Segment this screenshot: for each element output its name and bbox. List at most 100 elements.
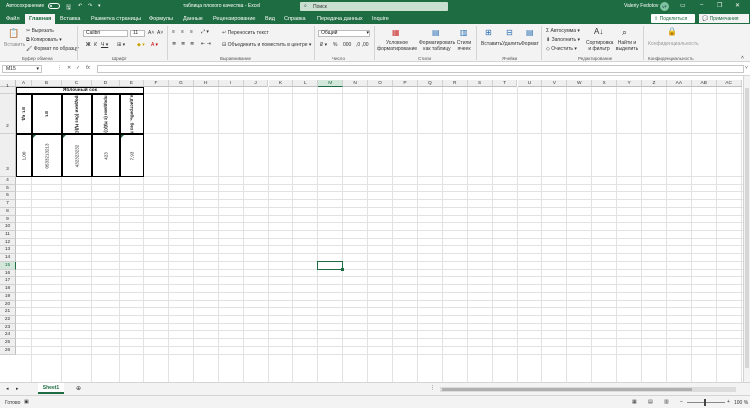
zoom-in-icon[interactable]: + xyxy=(727,399,730,405)
clear-button[interactable]: ◇ Очистить ▾ xyxy=(546,46,577,52)
formula-options-icon[interactable]: ⋮ xyxy=(57,65,62,71)
table-header-cell[interactable]: шт. ед. xyxy=(16,94,32,134)
tab-review[interactable]: Рецензирование xyxy=(213,16,255,22)
expand-formula-icon[interactable]: ˅ xyxy=(745,65,748,71)
column-header[interactable]: AC xyxy=(716,80,742,87)
row-header[interactable]: 21 xyxy=(0,308,16,316)
font-name-select[interactable]: Calibri xyxy=(83,30,128,37)
tab-help[interactable]: Справка xyxy=(284,16,306,22)
insert-cells-button[interactable]: Вставить xyxy=(481,41,502,47)
table-value-cell[interactable]: 0533213213 xyxy=(32,134,62,177)
table-value-cell[interactable]: 7,93 xyxy=(120,134,144,177)
grow-font-icon[interactable]: A˄ xyxy=(148,30,154,36)
row-header[interactable]: 3 xyxy=(0,134,16,177)
find-select-button[interactable]: Найти и выделить xyxy=(614,40,640,52)
name-box[interactable]: M15 ▾ xyxy=(2,65,42,73)
underline-icon[interactable]: Ч ▾ xyxy=(101,42,108,48)
undo-icon[interactable]: ↶ xyxy=(78,3,82,9)
confidentiality-button[interactable]: Конфиденциальность xyxy=(648,41,699,47)
share-button[interactable]: ⇪ Поделиться xyxy=(651,14,695,23)
column-header[interactable]: O xyxy=(368,80,393,87)
row-header[interactable]: 23 xyxy=(0,323,16,332)
row-header[interactable]: 16 xyxy=(0,269,16,278)
column-header[interactable]: N xyxy=(343,80,369,87)
close-icon[interactable]: ✕ xyxy=(735,2,740,9)
table-header-cell[interactable]: цена продажи (без НДС), руб. xyxy=(62,94,92,134)
paste-button[interactable]: Вставить xyxy=(4,42,25,48)
notes-button[interactable]: 💬 Примечания xyxy=(699,14,749,23)
row-header[interactable]: 1 xyxy=(0,84,16,94)
number-format-select[interactable]: Общий ▾ xyxy=(318,30,370,37)
ribbon-display-icon[interactable]: ▭ xyxy=(680,2,686,9)
copy-button[interactable]: ⧉ Копировать ▾ xyxy=(26,37,62,43)
column-header[interactable]: C xyxy=(62,80,92,87)
search-box[interactable]: ⌕ Поиск xyxy=(300,2,448,11)
percent-icon[interactable]: % xyxy=(333,42,337,48)
fx-icon[interactable]: fx xyxy=(86,65,90,71)
delete-cells-button[interactable]: Удалить xyxy=(502,41,521,47)
cancel-icon[interactable]: ✕ xyxy=(67,65,71,71)
macro-record-icon[interactable]: ▣ xyxy=(24,399,29,405)
column-header[interactable]: H xyxy=(193,80,219,87)
format-painter-button[interactable]: 🖌 Формат по образцу xyxy=(26,46,79,52)
tab-formulas[interactable]: Формулы xyxy=(149,16,173,22)
column-header[interactable]: M xyxy=(318,80,344,87)
align-middle-icon[interactable]: ≡ xyxy=(181,29,184,35)
tab-file[interactable]: Файл xyxy=(6,16,20,22)
table-title-cell[interactable]: Яблочный сок xyxy=(16,87,144,94)
align-top-icon[interactable]: ≡ xyxy=(172,29,175,35)
font-color-icon[interactable]: A ▾ xyxy=(151,42,158,48)
tab-insert[interactable]: Вставка xyxy=(60,16,80,22)
row-header[interactable]: 24 xyxy=(0,331,16,340)
column-header[interactable]: V xyxy=(542,80,568,87)
normal-view-icon[interactable]: ▦ xyxy=(632,399,637,405)
fill-color-icon[interactable]: ◆ ▾ xyxy=(137,42,145,48)
font-size-select[interactable]: 11 xyxy=(130,30,145,37)
table-value-cell[interactable]: 432323232 xyxy=(62,134,92,177)
indent-icon[interactable]: ⇤ ⇥ xyxy=(201,41,211,47)
table-header-cell[interactable]: цена дистрибь. без НДС xyxy=(120,94,144,134)
enter-icon[interactable]: ✓ xyxy=(76,65,80,71)
formula-input[interactable] xyxy=(97,65,744,73)
column-header[interactable]: AA xyxy=(666,80,692,87)
column-header[interactable]: E xyxy=(120,80,144,87)
column-header[interactable]: U xyxy=(517,80,543,87)
column-header[interactable]: Z xyxy=(642,80,667,87)
align-center-icon[interactable]: ≣ xyxy=(181,41,185,47)
row-header[interactable]: 14 xyxy=(0,254,16,262)
borders-icon[interactable]: ⊞ ▾ xyxy=(117,42,125,48)
row-header[interactable]: 5 xyxy=(0,184,16,193)
align-left-icon[interactable]: ≣ xyxy=(172,41,176,47)
bold-icon[interactable]: Ж xyxy=(86,42,91,48)
wrap-text-button[interactable]: ↵ Переносить текст xyxy=(222,30,269,36)
vertical-scrollbar[interactable] xyxy=(743,76,750,382)
scroll-options-icon[interactable]: ⋮ xyxy=(430,385,435,391)
page-break-view-icon[interactable]: ▥ xyxy=(664,399,669,405)
row-header[interactable]: 22 xyxy=(0,315,16,324)
decimal-icon[interactable]: ,0 ,00 xyxy=(356,42,369,48)
column-header[interactable]: F xyxy=(144,80,169,87)
column-header[interactable]: W xyxy=(567,80,593,87)
row-header[interactable]: 10 xyxy=(0,223,16,232)
cut-button[interactable]: ✂ Вырезать xyxy=(26,28,54,34)
orientation-icon[interactable]: ⤢ ▾ xyxy=(201,29,209,35)
restore-icon[interactable]: ❐ xyxy=(717,2,722,9)
column-header[interactable]: AB xyxy=(691,80,717,87)
merge-center-button[interactable]: ⊟ Объединить и поместить в центре ▾ xyxy=(222,42,311,48)
fill-button[interactable]: ⬇ Заполнить ▾ xyxy=(546,37,580,43)
zoom-slider[interactable] xyxy=(687,402,725,403)
next-sheet-icon[interactable]: ▸ xyxy=(16,386,19,392)
sort-filter-button[interactable]: Сортировка и фильтр xyxy=(586,40,613,52)
cell-styles-button[interactable]: Стили ячеек xyxy=(455,40,473,52)
column-header[interactable]: Q xyxy=(417,80,443,87)
paste-icon[interactable]: 📋 xyxy=(8,28,19,39)
sheet-tab-sheet1[interactable]: Sheet1 xyxy=(38,383,64,394)
align-bottom-icon[interactable]: ≡ xyxy=(190,29,193,35)
minimize-icon[interactable]: – xyxy=(700,2,703,8)
zoom-slider-thumb[interactable] xyxy=(704,399,706,406)
conditional-format-button[interactable]: Условное форматирование xyxy=(377,40,417,52)
zoom-out-icon[interactable]: – xyxy=(680,399,683,405)
row-header[interactable]: 13 xyxy=(0,246,16,255)
worksheet-grid[interactable]: A B C D E F G H I J K L M N O P Q R S T U V W X Y Z AA AB AC 1 2 3 4 5 6 7 8… xyxy=(0,76,750,382)
column-header[interactable]: J xyxy=(243,80,269,87)
